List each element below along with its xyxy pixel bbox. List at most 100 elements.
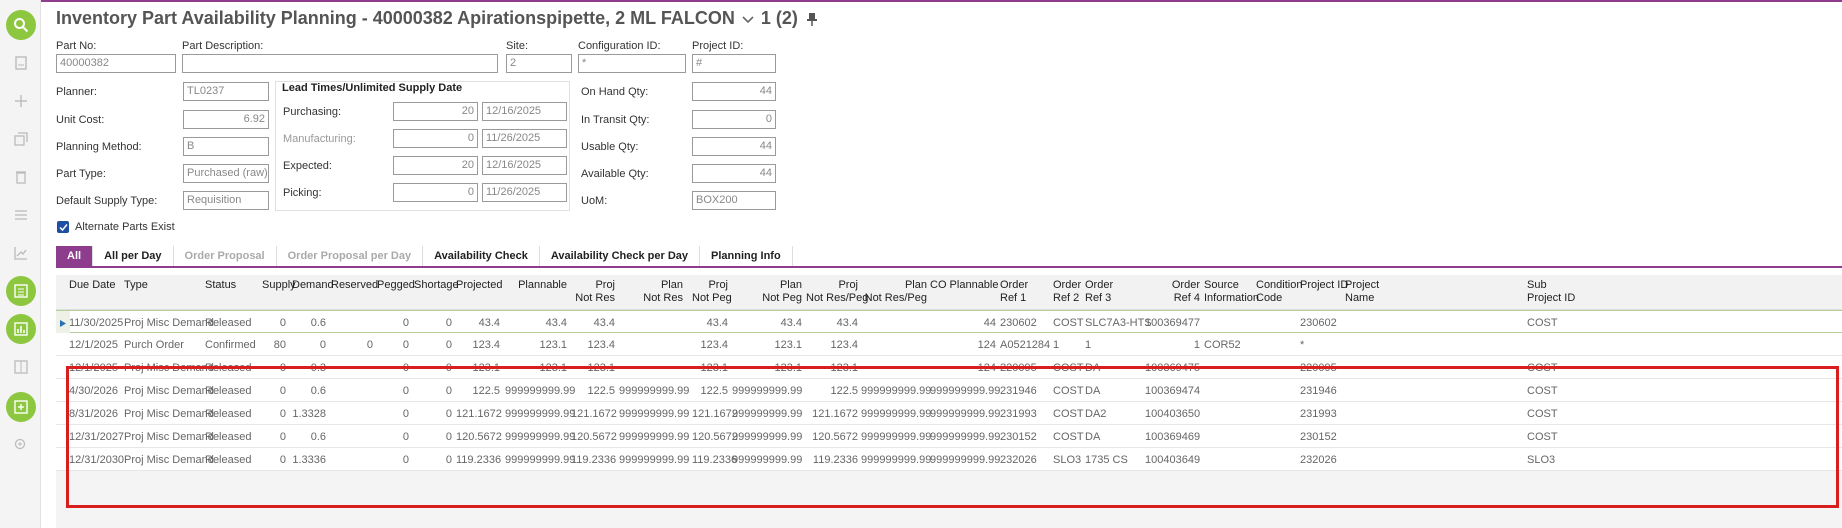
available-qty-field[interactable]: 44 <box>692 164 776 183</box>
column-header-condition-code[interactable]: Condition Code <box>1256 279 1302 305</box>
planning-method-field[interactable]: B <box>183 137 269 156</box>
cell-order-ref-4: 100403649 <box>1145 454 1201 466</box>
part-description-label: Part Description: <box>182 40 264 52</box>
table-row[interactable]: 12/1/2025 Purch Order Confirmed 80 0 0 0 0 123.4… <box>56 333 1842 356</box>
row-selector-icon[interactable] <box>56 311 70 334</box>
tab-availability-check[interactable]: Availability Check <box>423 246 540 266</box>
column-header-project-name[interactable]: Project Name <box>1345 279 1390 305</box>
duplicate-icon[interactable] <box>6 124 36 154</box>
column-header-status[interactable]: Status <box>205 279 259 292</box>
project-id-field[interactable]: # <box>692 54 776 73</box>
tab-planning-info[interactable]: Planning Info <box>700 246 793 266</box>
tab-order-proposal-per-day[interactable]: Order Proposal per Day <box>277 246 424 266</box>
uom-label: UoM: <box>581 195 608 207</box>
pin-icon[interactable] <box>806 12 818 26</box>
list-icon[interactable] <box>6 200 36 230</box>
tab-all-per-day[interactable]: All per Day <box>93 246 174 266</box>
on-hand-qty-field[interactable]: 44 <box>692 82 776 101</box>
part-description-field[interactable] <box>182 54 498 73</box>
table-row[interactable]: 4/30/2026 Proj Misc Demand Released 0 0.6 0 0 1… <box>56 379 1842 402</box>
cell-project-id: 231993 <box>1300 408 1337 420</box>
cell-shortage: 0 <box>445 317 452 329</box>
cell-co-plannable: 999999999.99 <box>930 385 1001 397</box>
column-header-reserved[interactable]: Reserved <box>331 279 378 292</box>
column-header-demand[interactable]: Demand <box>292 279 334 292</box>
purchasing-days-field[interactable]: 20 <box>393 102 478 121</box>
add-icon[interactable] <box>6 86 36 116</box>
column-header-proj-not-res-peg[interactable]: Proj Not Res/Peg <box>806 279 868 305</box>
column-header-plan-not-peg[interactable]: Plan Not Peg <box>732 279 802 305</box>
column-header-type[interactable]: Type <box>124 279 202 292</box>
picking-date-field[interactable]: 11/26/2025 <box>482 183 567 202</box>
column-header-order-ref-2[interactable]: Order Ref 2 <box>1053 279 1081 305</box>
column-header-plan-not-res[interactable]: Plan Not Res <box>619 279 683 305</box>
cell-proj-not-peg: 123.1 <box>700 362 728 374</box>
alternate-parts-checkbox[interactable] <box>57 221 69 233</box>
list-view-icon[interactable] <box>6 276 36 306</box>
column-header-project-id[interactable]: Project ID <box>1300 279 1348 292</box>
manufacturing-days-field[interactable]: 0 <box>393 129 478 148</box>
cell-proj-not-res: 121.1672 <box>571 408 617 420</box>
cell-co-plannable: 124 <box>977 339 996 351</box>
cell-projected: 43.4 <box>478 317 500 329</box>
picking-days-field[interactable]: 0 <box>393 183 478 202</box>
column-header-pegged[interactable]: Pegged <box>377 279 415 292</box>
document-icon[interactable] <box>6 48 36 78</box>
cell-due-date: 12/1/2025 <box>69 362 118 374</box>
table-row[interactable]: 8/31/2026 Proj Misc Demand Released 0 1.3328… <box>56 402 1842 425</box>
column-header-order-ref-3[interactable]: Order Ref 3 <box>1085 279 1143 305</box>
column-header-supply[interactable]: Supply <box>262 279 296 292</box>
column-header-source-information[interactable]: Source Information <box>1204 279 1259 305</box>
cell-order-ref-3: DA2 <box>1085 408 1107 420</box>
expected-date-field[interactable]: 12/16/2025 <box>482 156 567 175</box>
cell-order-ref-4: 100369469 <box>1145 431 1201 443</box>
usable-qty-field[interactable]: 44 <box>692 137 776 156</box>
part-no-field[interactable]: 40000382 <box>56 54 176 73</box>
site-field[interactable]: 2 <box>506 54 572 73</box>
zoom-icon[interactable] <box>6 430 36 460</box>
cell-order-ref-1: 232026 <box>1000 454 1037 466</box>
unit-cost-field[interactable]: 6.92 <box>183 110 269 129</box>
chart-icon[interactable] <box>6 238 36 268</box>
planner-field[interactable]: TL0237 <box>183 82 269 101</box>
table-row[interactable]: 12/31/2030 Proj Misc Demand Released 0 1.333… <box>56 448 1842 471</box>
cell-order-ref-2: COST <box>1053 408 1084 420</box>
default-supply-type-field[interactable]: Requisition <box>183 191 269 210</box>
tab-all[interactable]: All <box>56 246 94 266</box>
column-header-proj-not-peg[interactable]: Proj Not Peg <box>692 279 732 305</box>
edit-icon[interactable] <box>6 392 36 422</box>
column-header-sub-project-id[interactable]: Sub Project ID <box>1527 279 1575 305</box>
chevron-down-icon[interactable] <box>741 12 755 26</box>
column-header-order-ref-1[interactable]: Order Ref 1 <box>1000 279 1050 305</box>
tab-order-proposal[interactable]: Order Proposal <box>174 246 277 266</box>
column-header-due-date[interactable]: Due Date <box>69 279 121 292</box>
search-icon[interactable] <box>6 10 36 40</box>
table-row[interactable]: 12/1/2025 Proj Misc Demand Released 0 0.3 0 0 1… <box>56 356 1842 379</box>
column-header-plannable[interactable]: Plannable <box>505 279 567 292</box>
part-type-field[interactable]: Purchased (raw) <box>183 164 269 183</box>
column-header-proj-not-res[interactable]: Proj Not Res <box>571 279 615 305</box>
table-row[interactable]: 12/31/2027 Proj Misc Demand Released 0 0.6 0 0… <box>56 425 1842 448</box>
column-header-co-plannable[interactable]: CO Plannable <box>930 279 999 292</box>
uom-field[interactable]: BOX200 <box>692 191 776 210</box>
split-view-icon[interactable] <box>6 352 36 382</box>
delete-icon[interactable] <box>6 162 36 192</box>
manufacturing-label: Manufacturing: <box>283 133 356 145</box>
cell-proj-not-res: 123.4 <box>587 339 615 351</box>
in-transit-qty-field[interactable]: 0 <box>692 110 776 129</box>
expected-days-field[interactable]: 20 <box>393 156 478 175</box>
table-row[interactable]: 11/30/2025 Proj Misc Demand Released 0 0.6 0 0… <box>56 310 1842 334</box>
configuration-id-field[interactable]: * <box>578 54 686 73</box>
column-header-order-ref-4[interactable]: Order Ref 4 <box>1145 279 1200 305</box>
column-header-shortage[interactable]: Shortage <box>414 279 459 292</box>
column-header-projected[interactable]: Projected <box>456 279 502 292</box>
tab-availability-check-per-day[interactable]: Availability Check per Day <box>540 246 701 266</box>
lead-times-title: Lead Times/Unlimited Supply Date <box>282 82 463 94</box>
tab-bar: All All per Day Order Proposal Order Pro… <box>56 246 1842 268</box>
cell-status: Released <box>205 362 252 374</box>
cell-plan-not-peg: 999999999.99 <box>732 408 803 420</box>
column-header-plan-not-res-peg[interactable]: Plan Not Res/Peg <box>861 279 927 305</box>
purchasing-date-field[interactable]: 12/16/2025 <box>482 102 567 121</box>
manufacturing-date-field[interactable]: 11/26/2025 <box>482 129 567 148</box>
chart-view-icon[interactable] <box>6 314 36 344</box>
